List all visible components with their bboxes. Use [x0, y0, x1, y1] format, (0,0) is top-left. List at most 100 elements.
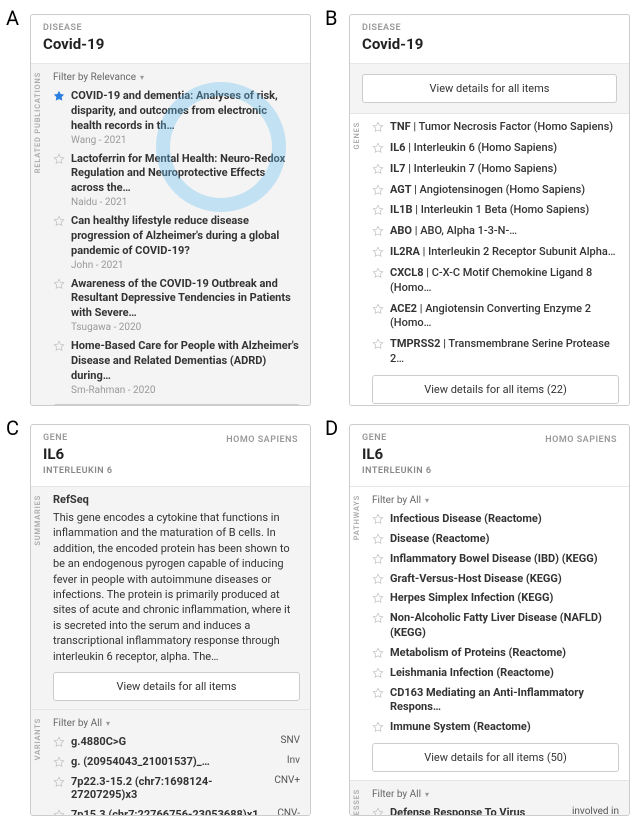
- list-item[interactable]: Immune System (Reactome): [372, 720, 619, 735]
- section-publications: RELATED PUBLICATIONS Filter by Relevance…: [31, 63, 310, 406]
- filter-dropdown[interactable]: Filter by All ▾: [372, 787, 619, 806]
- view-all-button[interactable]: View details for all items: [53, 672, 300, 701]
- list-item[interactable]: Graft-Versus-Host Disease (KEGG): [372, 572, 619, 587]
- star-icon[interactable]: [372, 573, 384, 585]
- star-icon[interactable]: [53, 215, 65, 227]
- star-icon[interactable]: [53, 153, 65, 165]
- list-item[interactable]: TMPRSS2 | Transmembrane Serine Protease …: [372, 337, 619, 367]
- list-item[interactable]: g. (20954043_21001537)_… Inv: [53, 755, 300, 768]
- list-item[interactable]: Metabolism of Proteins (Reactome): [372, 646, 619, 661]
- list-item[interactable]: Disease (Reactome): [372, 532, 619, 547]
- star-icon[interactable]: [372, 163, 384, 175]
- entity-title: IL6: [43, 445, 298, 463]
- star-icon[interactable]: [372, 533, 384, 545]
- chevron-down-icon: ▾: [425, 790, 429, 799]
- star-icon[interactable]: [372, 246, 384, 258]
- chevron-down-icon: ▾: [106, 719, 110, 728]
- item-meta: Naidu - 2021: [71, 197, 300, 208]
- star-icon[interactable]: [53, 756, 65, 768]
- list-item[interactable]: CD163 Mediating an Anti-Inflammatory Res…: [372, 686, 619, 716]
- star-icon[interactable]: [372, 142, 384, 154]
- item-title: Awareness of the COVID-19 Outbreak and R…: [71, 277, 300, 322]
- item-title: ABO | ABO, Alpha 1-3-N-…: [390, 224, 619, 239]
- list-item[interactable]: IL2RA | Interleukin 2 Receptor Subunit A…: [372, 245, 619, 260]
- list-item[interactable]: Lactoferrin for Mental Health: Neuro-Red…: [53, 152, 300, 209]
- list-item[interactable]: Infectious Disease (Reactome): [372, 512, 619, 527]
- view-all-button[interactable]: View details for all items: [362, 74, 617, 103]
- filter-text: Filter by All: [372, 495, 421, 506]
- item-title: Infectious Disease (Reactome): [390, 512, 619, 527]
- view-all-button[interactable]: View details for all items (50): [53, 404, 300, 406]
- filter-dropdown[interactable]: Filter by All ▾: [372, 493, 619, 512]
- list-item[interactable]: 7p22.3-15.2 (chr7:1698124-27207295)x3 CN…: [53, 775, 300, 801]
- card-d: GENE HOMO SAPIENS IL6 INTERLEUKIN 6 PATH…: [349, 424, 630, 816]
- section-summaries: SUMMARIES RefSeq This gene encodes a cyt…: [31, 486, 310, 709]
- view-all-button[interactable]: View details for all items (22): [372, 375, 619, 404]
- section-label: VARIANTS: [33, 718, 42, 760]
- star-icon[interactable]: [53, 340, 65, 352]
- section-label: PROCESSES: [352, 789, 361, 815]
- star-icon[interactable]: [53, 809, 65, 815]
- list-item[interactable]: Leishmania Infection (Reactome): [372, 666, 619, 681]
- star-icon[interactable]: [372, 612, 384, 624]
- list-item[interactable]: IL1B | Interleukin 1 Beta (Homo Sapiens): [372, 203, 619, 218]
- entity-title: IL6: [362, 445, 617, 463]
- item-title: Graft-Versus-Host Disease (KEGG): [390, 572, 619, 587]
- list-item[interactable]: Can healthy lifestyle reduce disease pro…: [53, 214, 300, 271]
- list-item[interactable]: TNF | Tumor Necrosis Factor (Homo Sapien…: [372, 120, 619, 135]
- card-a: DISEASE Covid-19 RELATED PUBLICATIONS Fi…: [30, 14, 311, 406]
- item-meta: Wang - 2021: [71, 135, 300, 146]
- list-item[interactable]: COVID-19 and dementia: Analyses of risk,…: [53, 89, 300, 146]
- list-item[interactable]: CXCL8 | C-X-C Motif Chemokine Ligand 8 (…: [372, 266, 619, 296]
- star-icon[interactable]: [372, 667, 384, 679]
- section-label: PATHWAYS: [352, 495, 361, 540]
- item-meta: John - 2021: [71, 260, 300, 271]
- list-item[interactable]: g.4880C>G SNV: [53, 735, 300, 748]
- filter-dropdown[interactable]: Filter by Relevance ▾: [53, 70, 300, 89]
- list-item[interactable]: 7p15.3 (chr7:22766756-23053688)x1 CNV-: [53, 808, 300, 815]
- process-name: Defense Response To Virus: [390, 806, 525, 815]
- view-all-button[interactable]: View details for all items (50): [372, 743, 619, 772]
- item-meta: Tsugawa - 2020: [71, 322, 300, 333]
- star-icon[interactable]: [372, 121, 384, 133]
- star-icon[interactable]: [372, 592, 384, 604]
- star-icon[interactable]: [53, 736, 65, 748]
- star-icon[interactable]: [372, 267, 384, 279]
- entity-subtitle: INTERLEUKIN 6: [362, 466, 617, 476]
- star-icon[interactable]: [372, 225, 384, 237]
- item-title: Non-Alcoholic Fatty Liver Disease (NAFLD…: [390, 611, 619, 641]
- variant-type: Inv: [287, 755, 300, 766]
- star-icon[interactable]: [53, 776, 65, 788]
- item-title: Disease (Reactome): [390, 532, 619, 547]
- card-header: GENE HOMO SAPIENS IL6 INTERLEUKIN 6: [350, 425, 629, 486]
- list-item[interactable]: IL6 | Interleukin 6 (Homo Sapiens): [372, 141, 619, 156]
- star-icon[interactable]: [372, 303, 384, 315]
- list-item[interactable]: Defense Response To Virus involved in: [372, 806, 619, 815]
- star-icon[interactable]: [372, 338, 384, 350]
- filter-dropdown[interactable]: Filter by All ▾: [53, 716, 300, 735]
- list-item[interactable]: Non-Alcoholic Fatty Liver Disease (NAFLD…: [372, 611, 619, 641]
- species-label: HOMO SAPIENS: [226, 435, 298, 445]
- star-icon[interactable]: [372, 807, 384, 815]
- list-item[interactable]: Herpes Simplex Infection (KEGG): [372, 591, 619, 606]
- star-icon[interactable]: [372, 184, 384, 196]
- filter-text: Filter by Relevance: [53, 72, 136, 83]
- list-item[interactable]: Inflammatory Bowel Disease (IBD) (KEGG): [372, 552, 619, 567]
- star-icon[interactable]: [372, 553, 384, 565]
- panel-label-d: D: [325, 416, 338, 440]
- star-icon[interactable]: [372, 513, 384, 525]
- star-icon[interactable]: [53, 278, 65, 290]
- list-item[interactable]: Home-Based Care for People with Alzheime…: [53, 339, 300, 396]
- list-item[interactable]: ACE2 | Angiotensin Converting Enzyme 2 (…: [372, 302, 619, 332]
- list-item[interactable]: AGT | Angiotensinogen (Homo Sapiens): [372, 183, 619, 198]
- variant-id: g.4880C>G: [71, 735, 126, 748]
- list-item[interactable]: ABO | ABO, Alpha 1-3-N-…: [372, 224, 619, 239]
- star-filled-icon[interactable]: [53, 90, 65, 102]
- list-item[interactable]: Awareness of the COVID-19 Outbreak and R…: [53, 277, 300, 334]
- star-icon[interactable]: [372, 721, 384, 733]
- star-icon[interactable]: [372, 647, 384, 659]
- star-icon[interactable]: [372, 687, 384, 699]
- star-icon[interactable]: [372, 204, 384, 216]
- list-item[interactable]: IL7 | Interleukin 7 (Homo Sapiens): [372, 162, 619, 177]
- section-variants: VARIANTS Filter by All ▾ g.4880C>G SNV g…: [31, 709, 310, 815]
